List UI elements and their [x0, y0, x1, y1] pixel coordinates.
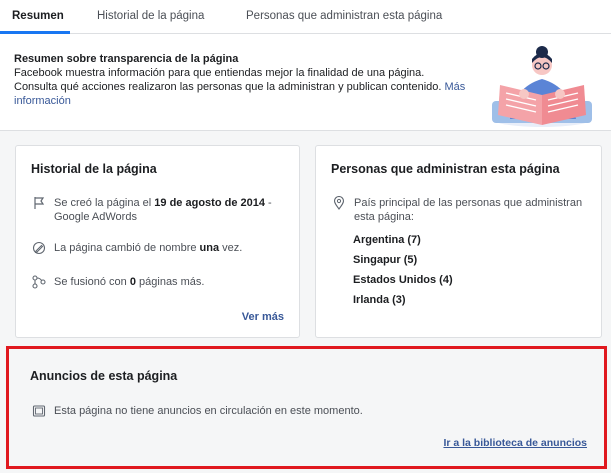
see-more-link[interactable]: Ver más	[242, 311, 284, 323]
admins-card: Personas que administran esta página Paí…	[315, 145, 602, 338]
country-item: Argentina (7)	[353, 234, 421, 246]
merged-post: páginas más.	[135, 276, 205, 288]
location-pin-icon	[332, 196, 346, 210]
summary-title: Resumen sobre transparencia de la página	[14, 53, 239, 65]
ad-frame-icon	[32, 404, 46, 418]
merged-row: Se fusionó con 0 páginas más.	[32, 275, 287, 289]
renamed-count: una	[199, 242, 220, 254]
created-pre: Se creó la página el	[54, 197, 155, 209]
created-row: Se creó la página el 19 de agosto de 201…	[32, 196, 287, 224]
renamed-post: vez.	[219, 242, 243, 254]
renamed-pre: La página cambió de nombre	[54, 242, 200, 254]
country-item: Estados Unidos (4)	[353, 274, 453, 286]
renamed-text: La página cambió de nombre una vez.	[54, 241, 242, 255]
merge-icon	[32, 275, 46, 289]
tab-historial[interactable]: Historial de la página	[97, 10, 204, 22]
tab-resumen[interactable]: Resumen	[12, 10, 64, 22]
merged-pre: Se fusionó con	[54, 276, 130, 288]
country-label-row: País principal de las personas que admin…	[332, 196, 590, 224]
ad-library-link[interactable]: Ir a la biblioteca de anuncios	[443, 437, 587, 449]
country-item: Irlanda (3)	[353, 294, 406, 306]
summary-line-1: Facebook muestra información para que en…	[14, 67, 425, 79]
country-label: País principal de las personas que admin…	[354, 197, 583, 223]
active-tab-indicator	[0, 31, 70, 34]
created-date: 19 de agosto de 2014	[154, 197, 265, 209]
history-card-title: Historial de la página	[31, 162, 157, 176]
ads-message-row: Esta página no tiene anuncios en circula…	[32, 404, 572, 418]
renamed-row: La página cambió de nombre una vez.	[32, 241, 287, 255]
created-text: Se creó la página el 19 de agosto de 201…	[54, 196, 287, 224]
summary-line-2-text: Consulta qué acciones realizaron las per…	[14, 81, 445, 93]
flag-icon	[32, 196, 46, 210]
merged-text: Se fusionó con 0 páginas más.	[54, 275, 204, 289]
summary-line-2: Consulta qué acciones realizaron las per…	[14, 80, 474, 108]
tab-bar: Resumen Historial de la página Personas …	[0, 0, 611, 34]
admins-card-title: Personas que administran esta página	[331, 162, 560, 176]
summary-text: Resumen sobre transparencia de la página…	[14, 52, 474, 108]
transparency-summary: Resumen sobre transparencia de la página…	[0, 35, 611, 131]
history-card: Historial de la página Se creó la página…	[15, 145, 300, 338]
country-item: Singapur (5)	[353, 254, 418, 266]
pencil-icon	[32, 241, 46, 255]
ads-message: Esta página no tiene anuncios en circula…	[54, 405, 363, 417]
tab-personas[interactable]: Personas que administran esta página	[246, 10, 442, 22]
reading-person-illustration	[492, 46, 592, 127]
ads-card-title: Anuncios de esta página	[30, 369, 178, 383]
ads-card-highlight: Anuncios de esta página Esta página no t…	[6, 346, 607, 469]
